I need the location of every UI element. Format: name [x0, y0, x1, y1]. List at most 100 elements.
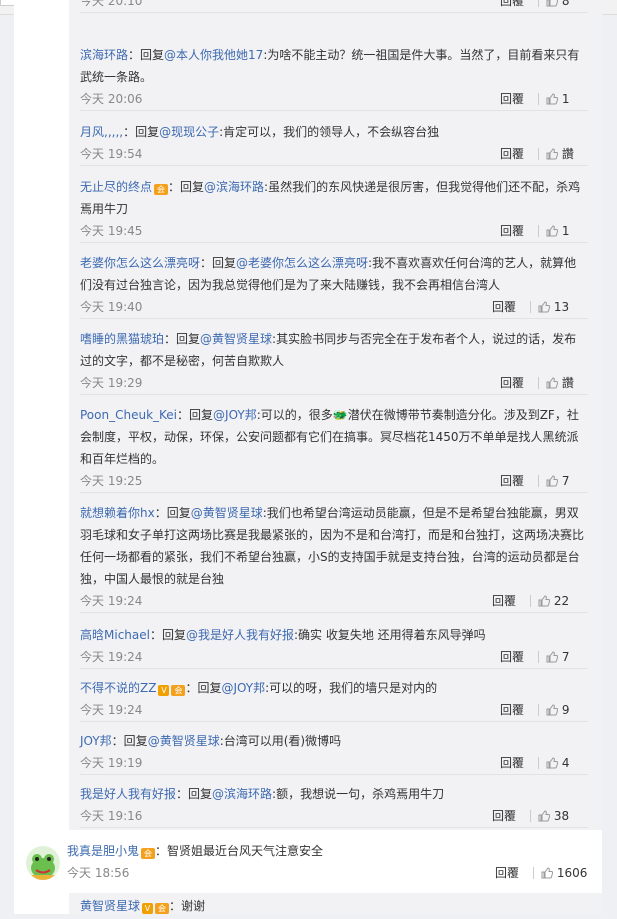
verified-badge-icon: V	[158, 685, 170, 696]
thumbs-up-icon	[546, 475, 558, 487]
divider	[538, 757, 539, 769]
reply-button[interactable]: 回覆	[500, 372, 524, 394]
reply-button[interactable]: 回覆	[500, 646, 524, 668]
reply-button[interactable]: 回覆	[500, 143, 524, 165]
reply-username[interactable]: Poon_Cheuk_Kei	[80, 408, 177, 422]
like-button[interactable]: 1606	[541, 862, 587, 884]
reply-item: 我是好人我有好报：回复@滨海环路:额，我想说一句，杀鸡焉用牛刀 今天 19:16 回…	[80, 783, 588, 828]
reply-prefix: ：回复	[149, 628, 186, 642]
like-button[interactable]: 8	[546, 0, 569, 12]
comment-body: ：智贤姐最近台风天气注意安全	[155, 844, 324, 858]
reply-username[interactable]: 老婆你怎么这么漂亮呀	[80, 256, 200, 270]
reply-meta: 今天 20:06 回覆 1	[80, 88, 588, 110]
comment-time: 今天 18:56	[67, 866, 130, 880]
comment-username[interactable]: 我真是胆小鬼	[67, 844, 139, 858]
reply-text: 不得不说的ZZ V 会：回复@JOY邦:可以的呀，我们的墙只是对内的	[80, 677, 588, 699]
reply-button[interactable]: 回覆	[500, 752, 524, 774]
like-button[interactable]: 9	[546, 699, 569, 721]
reply-username[interactable]: 滨海环路	[80, 48, 128, 62]
mention-link[interactable]: @老婆你怎么这么漂亮呀	[236, 256, 368, 270]
reply-time: 今天 19:29	[80, 376, 143, 390]
reply-item: 老婆你怎么这么漂亮呀：回复@老婆你怎么这么漂亮呀:我不喜欢喜欢任何台湾的艺人，就…	[80, 252, 588, 319]
like-button[interactable]: 讚	[546, 143, 574, 165]
thumbs-up-icon	[538, 810, 550, 822]
mention-link[interactable]: @JOY邦	[221, 681, 265, 695]
divider	[538, 704, 539, 716]
reply-time: 今天 19:24	[80, 650, 143, 664]
reply-button[interactable]: 回覆	[495, 862, 519, 884]
reply-meta: 今天 19:54 回覆 讚	[80, 143, 588, 165]
like-count: 4	[561, 756, 570, 770]
reply-item: 无止尽的终点会：回复@滨海环路:虽然我们的东风快递是很厉害，但我觉得他们还不配，…	[80, 176, 588, 243]
reply-username[interactable]: 我是好人我有好报	[80, 787, 176, 801]
reply-username[interactable]: 黄智贤星球	[80, 899, 140, 913]
reply-username[interactable]: JOY邦	[80, 734, 112, 748]
reply-item: Poon_Cheuk_Kei：回复@JOY邦:可以的，很多🐲潜伏在微博带节奏制造…	[80, 404, 588, 493]
reply-button[interactable]: 回覆	[500, 470, 524, 492]
reply-button[interactable]: 回覆	[492, 296, 516, 318]
reply-body: :确实 收复失地 还用得着东风导弹吗	[294, 628, 486, 642]
reply-username[interactable]: 月风,,,,,	[80, 125, 123, 139]
nested-reply-partial: 黄智贤星球 V 会：谢谢	[69, 893, 602, 914]
like-count: 7	[561, 650, 570, 664]
reply-text: 老婆你怎么这么漂亮呀：回复@老婆你怎么这么漂亮呀:我不喜欢喜欢任何台湾的艺人，就…	[80, 252, 588, 296]
like-button[interactable]: 1	[546, 88, 569, 110]
reply-username[interactable]: 不得不说的ZZ	[80, 681, 156, 695]
reply-button[interactable]: 回覆	[500, 0, 524, 12]
like-button[interactable]: 讚	[546, 372, 574, 394]
thumbs-up-icon	[546, 0, 558, 7]
like-button[interactable]: 7	[546, 646, 569, 668]
reply-time: 今天 19:16	[80, 809, 143, 823]
reply-button[interactable]: 回覆	[500, 220, 524, 242]
reply-prefix: ：回复	[177, 408, 214, 422]
divider	[538, 377, 539, 389]
frog-avatar-icon	[31, 854, 55, 880]
reply-button[interactable]: 回覆	[500, 88, 524, 110]
reply-meta: 今天 19:29 回覆 讚	[80, 372, 588, 394]
reply-username[interactable]: 高晗Michael	[80, 628, 150, 642]
mention-link[interactable]: @黄智贤星球	[200, 332, 272, 346]
reply-meta: 今天 19:24 回覆 9	[80, 699, 588, 721]
reply-text: 无止尽的终点会：回复@滨海环路:虽然我们的东风快递是很厉害，但我觉得他们还不配，…	[80, 176, 588, 220]
like-button[interactable]: 13	[538, 296, 569, 318]
divider	[530, 301, 531, 313]
reply-button[interactable]: 回覆	[500, 699, 524, 721]
mention-link[interactable]: @黄智贤星球	[191, 506, 263, 520]
thumbs-up-icon	[546, 757, 558, 769]
mention-link[interactable]: @JOY邦	[213, 408, 257, 422]
reply-username[interactable]: 就想赖着你hx	[80, 506, 155, 520]
reply-button[interactable]: 回覆	[492, 805, 516, 827]
thumbs-up-icon	[546, 225, 558, 237]
avatar[interactable]	[26, 846, 60, 880]
like-button[interactable]: 7	[546, 470, 569, 492]
divider	[538, 475, 539, 487]
like-count: 1606	[556, 866, 588, 880]
like-button[interactable]: 22	[538, 590, 569, 612]
like-count: 1	[561, 92, 570, 106]
reply-username[interactable]: 嗜睡的黑猫琥珀	[80, 332, 164, 346]
like-button[interactable]: 4	[546, 752, 569, 774]
reply-meta: 今天 19:19 回覆 4	[80, 752, 588, 774]
like-button[interactable]: 1	[546, 220, 569, 242]
reply-button[interactable]: 回覆	[492, 590, 516, 612]
reply-text: 高晗Michael：回复@我是好人我有好报:确实 收复失地 还用得着东风导弹吗	[80, 624, 588, 646]
reply-meta: 今天 19:25 回覆 7	[80, 470, 588, 492]
divider	[530, 595, 531, 607]
reply-prefix: ：回复	[176, 787, 213, 801]
mention-link[interactable]: @滨海环路	[212, 787, 272, 801]
divider	[538, 651, 539, 663]
mention-link[interactable]: @黄智贤星球	[148, 734, 220, 748]
reply-username[interactable]: 无止尽的终点	[80, 180, 152, 194]
like-button[interactable]: 38	[538, 805, 569, 827]
mention-link[interactable]: @本人你我他她17	[164, 48, 263, 62]
reply-meta: 今天 19:24 回覆 22	[80, 590, 588, 612]
mention-link[interactable]: @现现公子	[159, 125, 219, 139]
reply-prefix: ：回复	[128, 48, 165, 62]
mention-link[interactable]: @我是好人我有好报	[186, 628, 294, 642]
top-level-comment: 我真是胆小鬼会：智贤姐最近台风天气注意安全 今天 18:56 回覆 1606	[26, 840, 602, 890]
divider	[538, 148, 539, 160]
divider	[530, 810, 531, 822]
mention-link[interactable]: @滨海环路	[204, 180, 264, 194]
thumbs-up-icon	[541, 867, 553, 879]
reply-time: 今天 19:40	[80, 300, 143, 314]
